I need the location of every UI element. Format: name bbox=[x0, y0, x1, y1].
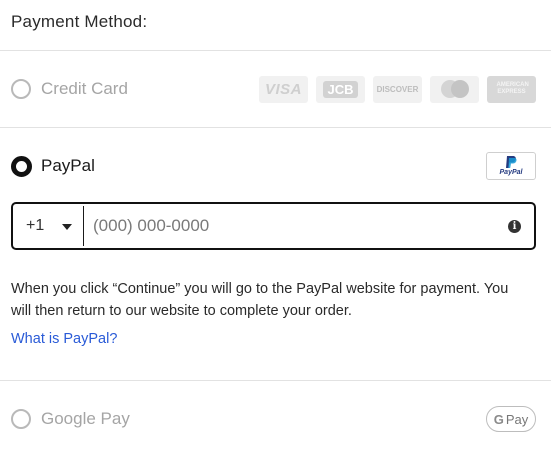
divider bbox=[0, 127, 551, 128]
divider bbox=[0, 380, 551, 381]
option-google-pay[interactable]: Google Pay bbox=[0, 399, 551, 439]
country-code-select[interactable]: +1 bbox=[13, 204, 83, 248]
card-logos: VISA JCB DISCOVER AMERICAN EXPRESS bbox=[259, 75, 536, 103]
phone-input[interactable] bbox=[84, 204, 508, 248]
paypal-radio[interactable] bbox=[11, 155, 32, 177]
google-pay-radio[interactable] bbox=[11, 409, 31, 429]
google-g-icon: G bbox=[493, 411, 504, 427]
what-is-paypal-link[interactable]: What is PayPal? bbox=[11, 331, 117, 347]
info-icon[interactable]: i bbox=[508, 219, 521, 233]
mastercard-logo bbox=[430, 75, 479, 103]
phone-field: +1 i bbox=[11, 202, 536, 250]
google-pay-badge: G Pay bbox=[486, 406, 536, 432]
amex-logo: AMERICAN EXPRESS bbox=[487, 75, 536, 103]
visa-logo: VISA bbox=[259, 75, 308, 103]
payment-method-title: Payment Method: bbox=[11, 12, 148, 31]
option-paypal[interactable]: PayPal PayPal bbox=[0, 146, 551, 186]
credit-card-label: Credit Card bbox=[41, 79, 128, 98]
option-credit-card[interactable]: Credit Card VISA JCB DISCOVER AMERICAN E… bbox=[0, 69, 551, 109]
paypal-icon bbox=[506, 156, 517, 168]
paypal-redirect-message: When you click “Continue” you will go to… bbox=[11, 281, 509, 319]
credit-card-radio[interactable] bbox=[11, 79, 31, 99]
paypal-logo: PayPal bbox=[486, 152, 536, 180]
paypal-label: PayPal bbox=[41, 156, 95, 175]
discover-logo: DISCOVER bbox=[373, 75, 422, 103]
jcb-logo: JCB bbox=[316, 75, 365, 103]
google-pay-label: Google Pay bbox=[41, 409, 130, 428]
divider bbox=[0, 50, 551, 51]
caret-down-icon bbox=[62, 224, 72, 230]
